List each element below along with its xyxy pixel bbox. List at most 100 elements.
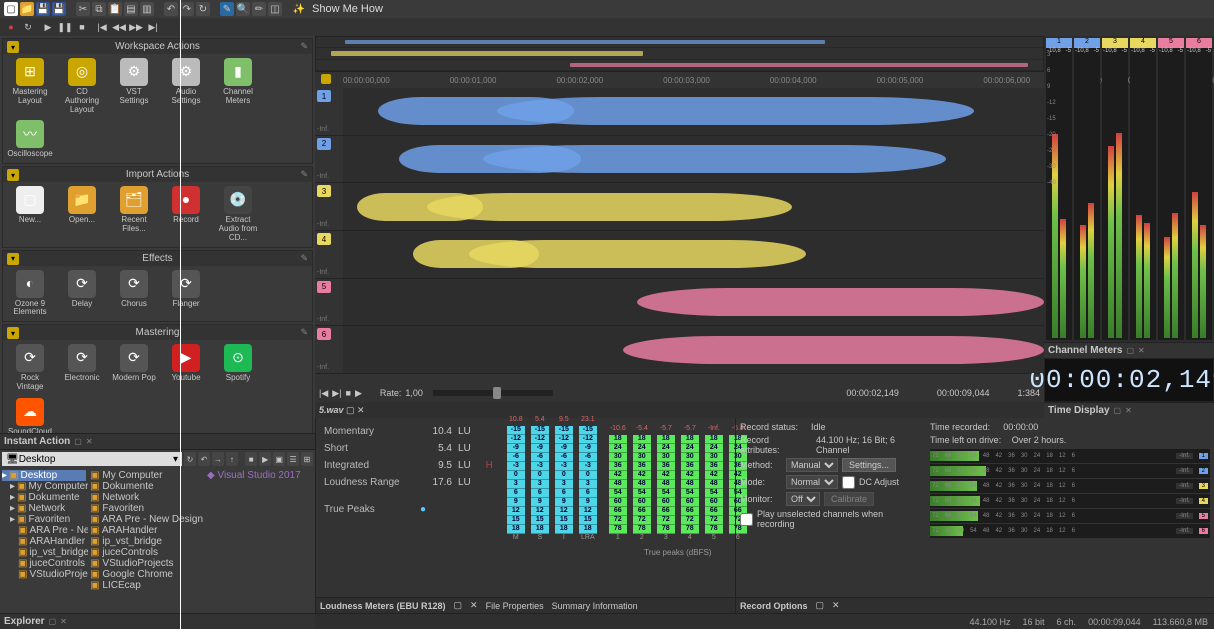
play-icon[interactable]: ▶ — [41, 20, 55, 34]
edit-icon[interactable]: ✎ — [300, 327, 308, 338]
grid-icon[interactable]: ⊞ — [301, 452, 313, 466]
tree-item[interactable]: ▸ ▣ Network — [2, 503, 86, 514]
stop-icon[interactable]: ■ — [75, 20, 89, 34]
list-item[interactable]: ▣ ip_vst_bridge — [90, 536, 203, 547]
track[interactable]: 1 -Inf. — [315, 88, 1044, 136]
tool-edit-icon[interactable]: ✎ — [220, 2, 234, 16]
edit-icon[interactable]: ✎ — [300, 169, 308, 180]
mode-select[interactable]: Normal — [786, 475, 838, 489]
stop2-icon[interactable]: ■ — [245, 452, 257, 466]
track-header[interactable]: 6 -Inf. — [315, 326, 343, 373]
dc-adjust-checkbox[interactable] — [842, 476, 855, 489]
record-options-tab[interactable]: Record Options — [740, 601, 808, 611]
list-item[interactable]: ▣ My Computer — [90, 470, 203, 481]
play3-icon[interactable]: ▶ — [355, 388, 362, 399]
track-header[interactable]: 5 -Inf. — [315, 279, 343, 326]
overview-lane[interactable] — [315, 36, 1044, 72]
action-tile[interactable]: ⟳Rock Vintage — [7, 344, 53, 392]
pin-icon[interactable]: ▢ — [74, 437, 82, 446]
action-tile[interactable]: ⟳Chorus — [111, 270, 157, 318]
list-item[interactable]: ▣ Dokumente — [90, 481, 203, 492]
action-tile[interactable]: ●Record — [163, 186, 209, 242]
track[interactable]: 4 -Inf. — [315, 231, 1044, 279]
method-select[interactable]: Manual — [786, 458, 838, 472]
autoplay-icon[interactable]: ▣ — [273, 452, 285, 466]
tool-pencil-icon[interactable]: ✏ — [252, 2, 266, 16]
settings-button[interactable]: Settings... — [842, 458, 896, 472]
view-icon[interactable]: ☰ — [287, 452, 299, 466]
action-tile[interactable]: ◐Ozone 9 Elements — [7, 270, 53, 318]
channel-meters-tab[interactable]: Channel Meters▢✕ — [1044, 342, 1214, 358]
tree-item[interactable]: ▣ ARA Pre - New Design — [2, 525, 86, 536]
folder-tree[interactable]: ▸ ▣ Desktop▸ ▣ My Computer▸ ▣ Dokumente▸… — [0, 468, 88, 613]
fwd2-icon[interactable]: → — [212, 452, 224, 466]
chevron-icon[interactable]: ▾ — [7, 253, 19, 265]
list-item[interactable]: ▣ juceControls — [90, 547, 203, 558]
edit-icon[interactable]: ✎ — [300, 41, 308, 52]
action-tile[interactable]: ⟳Flanger — [163, 270, 209, 318]
action-tile[interactable]: ⟳Delay — [59, 270, 105, 318]
go-start2-icon[interactable]: |◀ — [319, 388, 328, 399]
action-tile[interactable]: ◎CD Authoring Layout — [59, 58, 105, 114]
action-tile[interactable]: ⚙Audio Settings — [163, 58, 209, 114]
chevron-icon[interactable]: ▾ — [7, 169, 19, 181]
action-tile[interactable]: ▶Youtube — [163, 344, 209, 392]
calibrate-button[interactable]: Calibrate — [824, 492, 874, 506]
wave-scrollbar[interactable] — [315, 374, 1044, 384]
forward-icon[interactable]: ▶▶ — [129, 20, 143, 34]
go-end-icon[interactable]: ▶| — [146, 20, 160, 34]
cut-icon[interactable]: ✂ — [76, 2, 90, 16]
open-icon[interactable]: 📁 — [20, 2, 34, 16]
paste-icon[interactable]: 📋 — [108, 2, 122, 16]
action-tile[interactable]: ⟳Electronic — [59, 344, 105, 392]
wand-icon[interactable]: ✨ — [292, 2, 306, 16]
pause-icon[interactable]: ❚❚ — [58, 20, 72, 34]
action-tile[interactable]: ⊙Spotify — [215, 344, 261, 392]
mix-icon[interactable]: ▤ — [124, 2, 138, 16]
action-tile[interactable]: 🗂Recent Files... — [111, 186, 157, 242]
redo-icon[interactable]: ↷ — [180, 2, 194, 16]
new-icon[interactable]: ▢ — [4, 2, 18, 16]
trim-icon[interactable]: ▥ — [140, 2, 154, 16]
monitor-select[interactable]: Off — [786, 492, 820, 506]
time-ruler[interactable]: 00:00:00,00000:00:01,00000:00:02,00000:0… — [315, 72, 1044, 88]
file-list[interactable]: ▣ My Computer▣ Dokumente▣ Network▣ Favor… — [88, 468, 205, 613]
track-header[interactable]: 2 -Inf. — [315, 136, 343, 183]
tree-item[interactable]: ▸ ▣ Dokumente — [2, 492, 86, 503]
tree-item[interactable]: ▸ ▣ My Computer — [2, 481, 86, 492]
list-item[interactable]: ▣ ARAHandler — [90, 525, 203, 536]
rate-slider[interactable] — [433, 390, 553, 396]
rewind-icon[interactable]: ◀◀ — [112, 20, 126, 34]
action-tile[interactable]: 〰Oscilloscope — [7, 120, 53, 159]
chevron-icon[interactable]: ▾ — [7, 327, 19, 339]
action-tile[interactable]: ▢New... — [7, 186, 53, 242]
instant-action-tab[interactable]: Instant Action▢✕ — [0, 433, 315, 449]
action-tile[interactable]: 💿Extract Audio from CD... — [215, 186, 261, 242]
close-icon[interactable]: ✕ — [86, 437, 93, 446]
record-btn-icon[interactable]: ● — [4, 20, 18, 34]
track-header[interactable]: 4 -Inf. — [315, 231, 343, 278]
stop3-icon[interactable]: ■ — [346, 388, 351, 398]
summary-tab[interactable]: Summary Information — [552, 601, 638, 611]
marker-icon[interactable] — [321, 74, 331, 84]
tree-item[interactable]: ▣ ip_vst_bridge — [2, 547, 86, 558]
time-display-tab[interactable]: Time Display▢✕ — [1044, 402, 1214, 418]
list-item[interactable]: ▣ Google Chrome — [90, 569, 203, 580]
action-tile[interactable]: ☁SoundCloud — [7, 398, 53, 433]
group-header[interactable]: ▾ Mastering ✎ — [3, 325, 312, 340]
list-item[interactable]: ▣ VStudioProjects — [90, 558, 203, 569]
tree-item[interactable]: ▣ ARAHandler — [2, 536, 86, 547]
path-combo[interactable]: 🖥 Desktop▾ — [2, 452, 182, 466]
saveas-icon[interactable]: 💾 — [52, 2, 66, 16]
chevron-icon[interactable]: ▾ — [7, 41, 19, 53]
track[interactable]: 2 -Inf. — [315, 136, 1044, 184]
explorer-tab[interactable]: Explorer▢✕ — [0, 613, 315, 629]
file-list-extra[interactable]: ◆ Visual Studio 2017 — [205, 468, 315, 613]
edit-icon[interactable]: ✎ — [300, 253, 308, 264]
tool-event-icon[interactable]: ◫ — [268, 2, 282, 16]
tree-item[interactable]: ▣ VStudioProjects — [2, 569, 86, 580]
go-end2-icon[interactable]: ▶| — [332, 388, 341, 399]
list-item[interactable]: ▣ ARA Pre - New Design — [90, 514, 203, 525]
group-header[interactable]: ▾ Workspace Actions ✎ — [3, 39, 312, 54]
show-me-how-button[interactable]: Show Me How — [312, 3, 383, 15]
